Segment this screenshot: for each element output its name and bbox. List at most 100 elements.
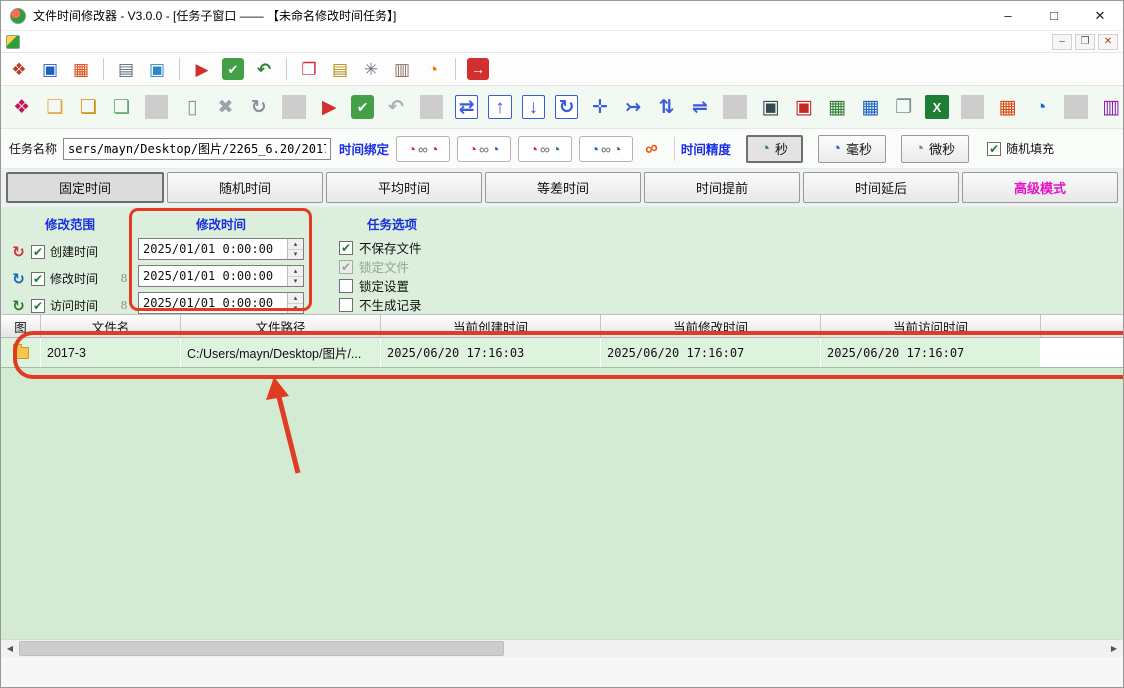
- settings-gear-icon[interactable]: ✳: [360, 58, 382, 80]
- horizontal-scrollbar[interactable]: ◀ ▶: [1, 639, 1123, 657]
- mode-tab[interactable]: 等差时间: [485, 172, 641, 203]
- datetime-input[interactable]: 2025/01/01 0:00:00 ▴ ▾: [138, 292, 304, 314]
- scrollbar-thumb[interactable]: [19, 641, 504, 656]
- scatter-icon[interactable]: ✛: [588, 95, 611, 119]
- time-bind-group-3[interactable]: ◔ ∞ ◔: [518, 136, 572, 162]
- random-fill-checkbox[interactable]: [987, 142, 1001, 156]
- save-list-icon[interactable]: ▣: [759, 95, 782, 119]
- column-header[interactable]: 当前修改时间: [601, 315, 821, 337]
- datetime-input[interactable]: 2025/01/01 0:00:00 ▴ ▾: [138, 238, 304, 260]
- maximize-button[interactable]: □: [1031, 1, 1077, 30]
- precision-button[interactable]: ◔ 微秒: [901, 135, 969, 163]
- time-backup-icon[interactable]: ◔: [1029, 95, 1052, 119]
- import-table-icon[interactable]: ▦: [825, 95, 848, 119]
- export-report-icon[interactable]: ▣: [792, 95, 815, 119]
- task-name-input[interactable]: [63, 138, 331, 160]
- spin-up-icon[interactable]: ▴: [288, 293, 303, 304]
- option-checkbox[interactable]: [339, 260, 353, 274]
- task-list-icon[interactable]: ▤: [329, 58, 351, 80]
- shuffle-icon[interactable]: ⇌: [688, 95, 711, 119]
- minimize-button[interactable]: –: [985, 1, 1031, 30]
- log-book-icon[interactable]: ▥: [391, 58, 413, 80]
- reload-icon[interactable]: ↻: [247, 95, 270, 119]
- modules-icon[interactable]: ▦: [70, 58, 92, 80]
- file-name-cell: 2017-3: [41, 338, 181, 367]
- spin-down-icon[interactable]: ▾: [288, 304, 303, 314]
- table-row[interactable]: 2017-3 C:/Users/mayn/Desktop/图片/... 2025…: [1, 338, 1123, 368]
- spin-up-icon[interactable]: ▴: [288, 239, 303, 250]
- undo-task-icon[interactable]: ↶: [253, 58, 275, 80]
- spin-down-icon[interactable]: ▾: [288, 277, 303, 287]
- mode-tab[interactable]: 时间延后: [803, 172, 959, 203]
- cycle-items-icon[interactable]: ↻: [555, 95, 578, 119]
- mdi-close-button[interactable]: ✕: [1098, 34, 1118, 50]
- move-bottom-icon[interactable]: ↓: [522, 95, 545, 119]
- exit-icon[interactable]: →: [467, 58, 489, 80]
- sort-updown-icon[interactable]: ⇅: [655, 95, 678, 119]
- spin-down-icon[interactable]: ▾: [288, 250, 303, 260]
- scroll-left-button[interactable]: ◀: [1, 640, 19, 657]
- print-icon[interactable]: ▤: [115, 58, 137, 80]
- close-button[interactable]: ✕: [1077, 1, 1123, 30]
- apply-task-icon[interactable]: ✔: [351, 95, 374, 119]
- mdi-restore-button[interactable]: ❐: [1075, 34, 1095, 50]
- mdi-minimize-button[interactable]: –: [1052, 34, 1072, 50]
- random-fill-option[interactable]: 随机填充: [987, 140, 1054, 157]
- time-bind-group-1[interactable]: ◔ ∞ ◔: [396, 136, 450, 162]
- table-header: 图 文件名 文件路径 当前创建时间 当前修改时间 当前访问时间: [1, 314, 1123, 338]
- clear-list-icon[interactable]: ✖: [214, 95, 237, 119]
- column-header[interactable]: 文件名: [41, 315, 181, 337]
- precision-button[interactable]: ◔ 毫秒: [818, 135, 886, 163]
- option-checkbox[interactable]: [339, 279, 353, 293]
- apply-task-icon[interactable]: ✔: [222, 58, 244, 80]
- precision-label: 毫秒: [846, 139, 872, 158]
- chain-link-icon[interactable]: 8: [119, 272, 129, 285]
- scope-row: ↻ 创建时间: [11, 238, 129, 265]
- save-task-icon[interactable]: ▣: [39, 58, 61, 80]
- mode-tab[interactable]: 时间提前: [644, 172, 800, 203]
- chain-link-icon[interactable]: 8: [119, 299, 129, 312]
- mode-tab[interactable]: 固定时间: [6, 172, 164, 203]
- move-top-icon[interactable]: ↑: [488, 95, 511, 119]
- option-checkbox[interactable]: [339, 241, 353, 255]
- import-folder-icon[interactable]: ❏: [110, 95, 133, 119]
- add-folder-icon[interactable]: ❏: [77, 95, 100, 119]
- copy-report-icon[interactable]: ❐: [892, 95, 915, 119]
- new-task-icon[interactable]: ❖: [8, 58, 30, 80]
- time-bind-group-2[interactable]: ◔ ∞ ◔: [457, 136, 511, 162]
- unlink-icon[interactable]: ∞: [642, 137, 661, 161]
- scope-checkbox[interactable]: [31, 272, 45, 286]
- column-header[interactable]: 图: [1, 315, 41, 337]
- plugin-modules-icon[interactable]: ▦: [996, 95, 1019, 119]
- clone-window-icon[interactable]: ❐: [298, 58, 320, 80]
- schedule-time-icon[interactable]: ◔: [422, 58, 444, 80]
- column-header[interactable]: 当前访问时间: [821, 315, 1041, 337]
- save-as-icon[interactable]: ▣: [146, 58, 168, 80]
- delete-item-icon[interactable]: ▯: [180, 95, 203, 119]
- spin-up-icon[interactable]: ▴: [288, 266, 303, 277]
- option-checkbox[interactable]: [339, 298, 353, 312]
- datetime-value: 2025/01/01 0:00:00: [139, 266, 287, 286]
- help-book-icon[interactable]: ▥: [1100, 95, 1123, 119]
- clock-icon: ◔: [491, 142, 499, 156]
- column-header[interactable]: 当前创建时间: [381, 315, 601, 337]
- swap-items-icon[interactable]: ⇄: [455, 95, 478, 119]
- undo-task-icon[interactable]: ↶: [384, 95, 407, 119]
- run-task-icon[interactable]: ▶: [191, 58, 213, 80]
- precision-button[interactable]: ◔ 秒: [746, 135, 803, 163]
- scope-checkbox[interactable]: [31, 299, 45, 313]
- run-task-icon[interactable]: ▶: [318, 95, 341, 119]
- mode-tab[interactable]: 平均时间: [326, 172, 482, 203]
- time-bind-group-4[interactable]: ◔ ∞ ◔: [579, 136, 633, 162]
- scope-checkbox[interactable]: [31, 245, 45, 259]
- mode-tab[interactable]: 随机时间: [167, 172, 323, 203]
- scroll-right-button[interactable]: ▶: [1105, 640, 1123, 657]
- column-header[interactable]: 文件路径: [181, 315, 381, 337]
- export-excel-icon[interactable]: X: [925, 95, 948, 119]
- open-folder-icon[interactable]: ❏: [43, 95, 66, 119]
- mode-tab[interactable]: 高级模式: [962, 172, 1118, 203]
- merge-icon[interactable]: ↣: [622, 95, 645, 119]
- datetime-input[interactable]: 2025/01/01 0:00:00 ▴ ▾: [138, 265, 304, 287]
- export-table-icon[interactable]: ▦: [859, 95, 882, 119]
- add-files-icon[interactable]: ❖: [10, 95, 33, 119]
